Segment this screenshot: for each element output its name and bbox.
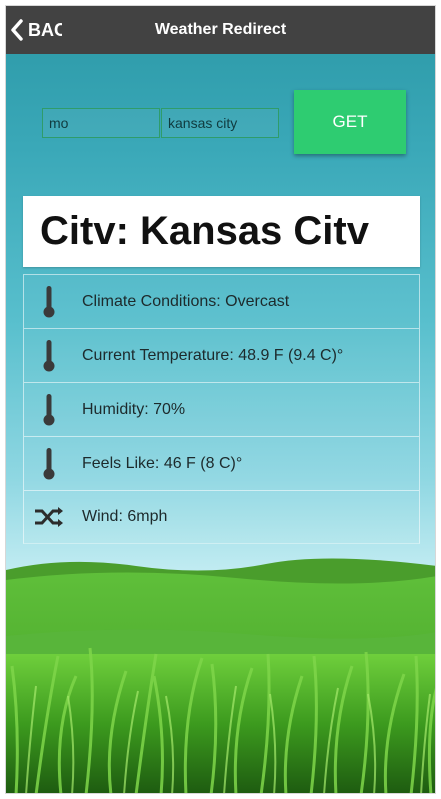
city-heading: Citv: Kansas Citv — [40, 209, 369, 253]
climate-text: Climate Conditions: Overcast — [82, 292, 290, 310]
humidity-text: Humidity: 70% — [82, 400, 186, 418]
back-label: BACK — [28, 19, 62, 40]
grass-landscape-image — [6, 558, 435, 793]
wind-text: Wind: 6mph — [82, 508, 168, 525]
chevron-left-icon — [11, 19, 23, 41]
top-bar: BACK Weather Redirect — [6, 6, 435, 54]
thermometer-icon — [24, 275, 74, 329]
temperature-text: Current Temperature: 48.9 F (9.4 C)° — [82, 346, 344, 364]
thermometer-icon — [24, 329, 74, 383]
city-panel: Citv: Kansas Citv — [23, 196, 420, 267]
page-title: Weather Redirect — [154, 21, 287, 38]
thermometer-icon — [24, 437, 74, 491]
get-button[interactable]: GET — [294, 90, 406, 154]
thermometer-icon — [24, 383, 74, 437]
back-button[interactable]: BACK — [10, 6, 62, 54]
city-input[interactable] — [161, 108, 279, 138]
app-frame: BACK Weather Redirect GET Citv: Kansas C… — [5, 5, 436, 794]
list-item-climate: Climate Conditions: Overcast — [23, 274, 420, 328]
state-input[interactable] — [42, 108, 160, 138]
list-item-temperature: Current Temperature: 48.9 F (9.4 C)° — [23, 328, 420, 382]
list-item-humidity: Humidity: 70% — [23, 382, 420, 436]
feels-like-text: Feels Like: 46 F (8 C)° — [82, 454, 243, 472]
list-item-feels-like: Feels Like: 46 F (8 C)° — [23, 436, 420, 490]
conditions-list: Climate Conditions: Overcast Current Tem… — [23, 274, 420, 544]
